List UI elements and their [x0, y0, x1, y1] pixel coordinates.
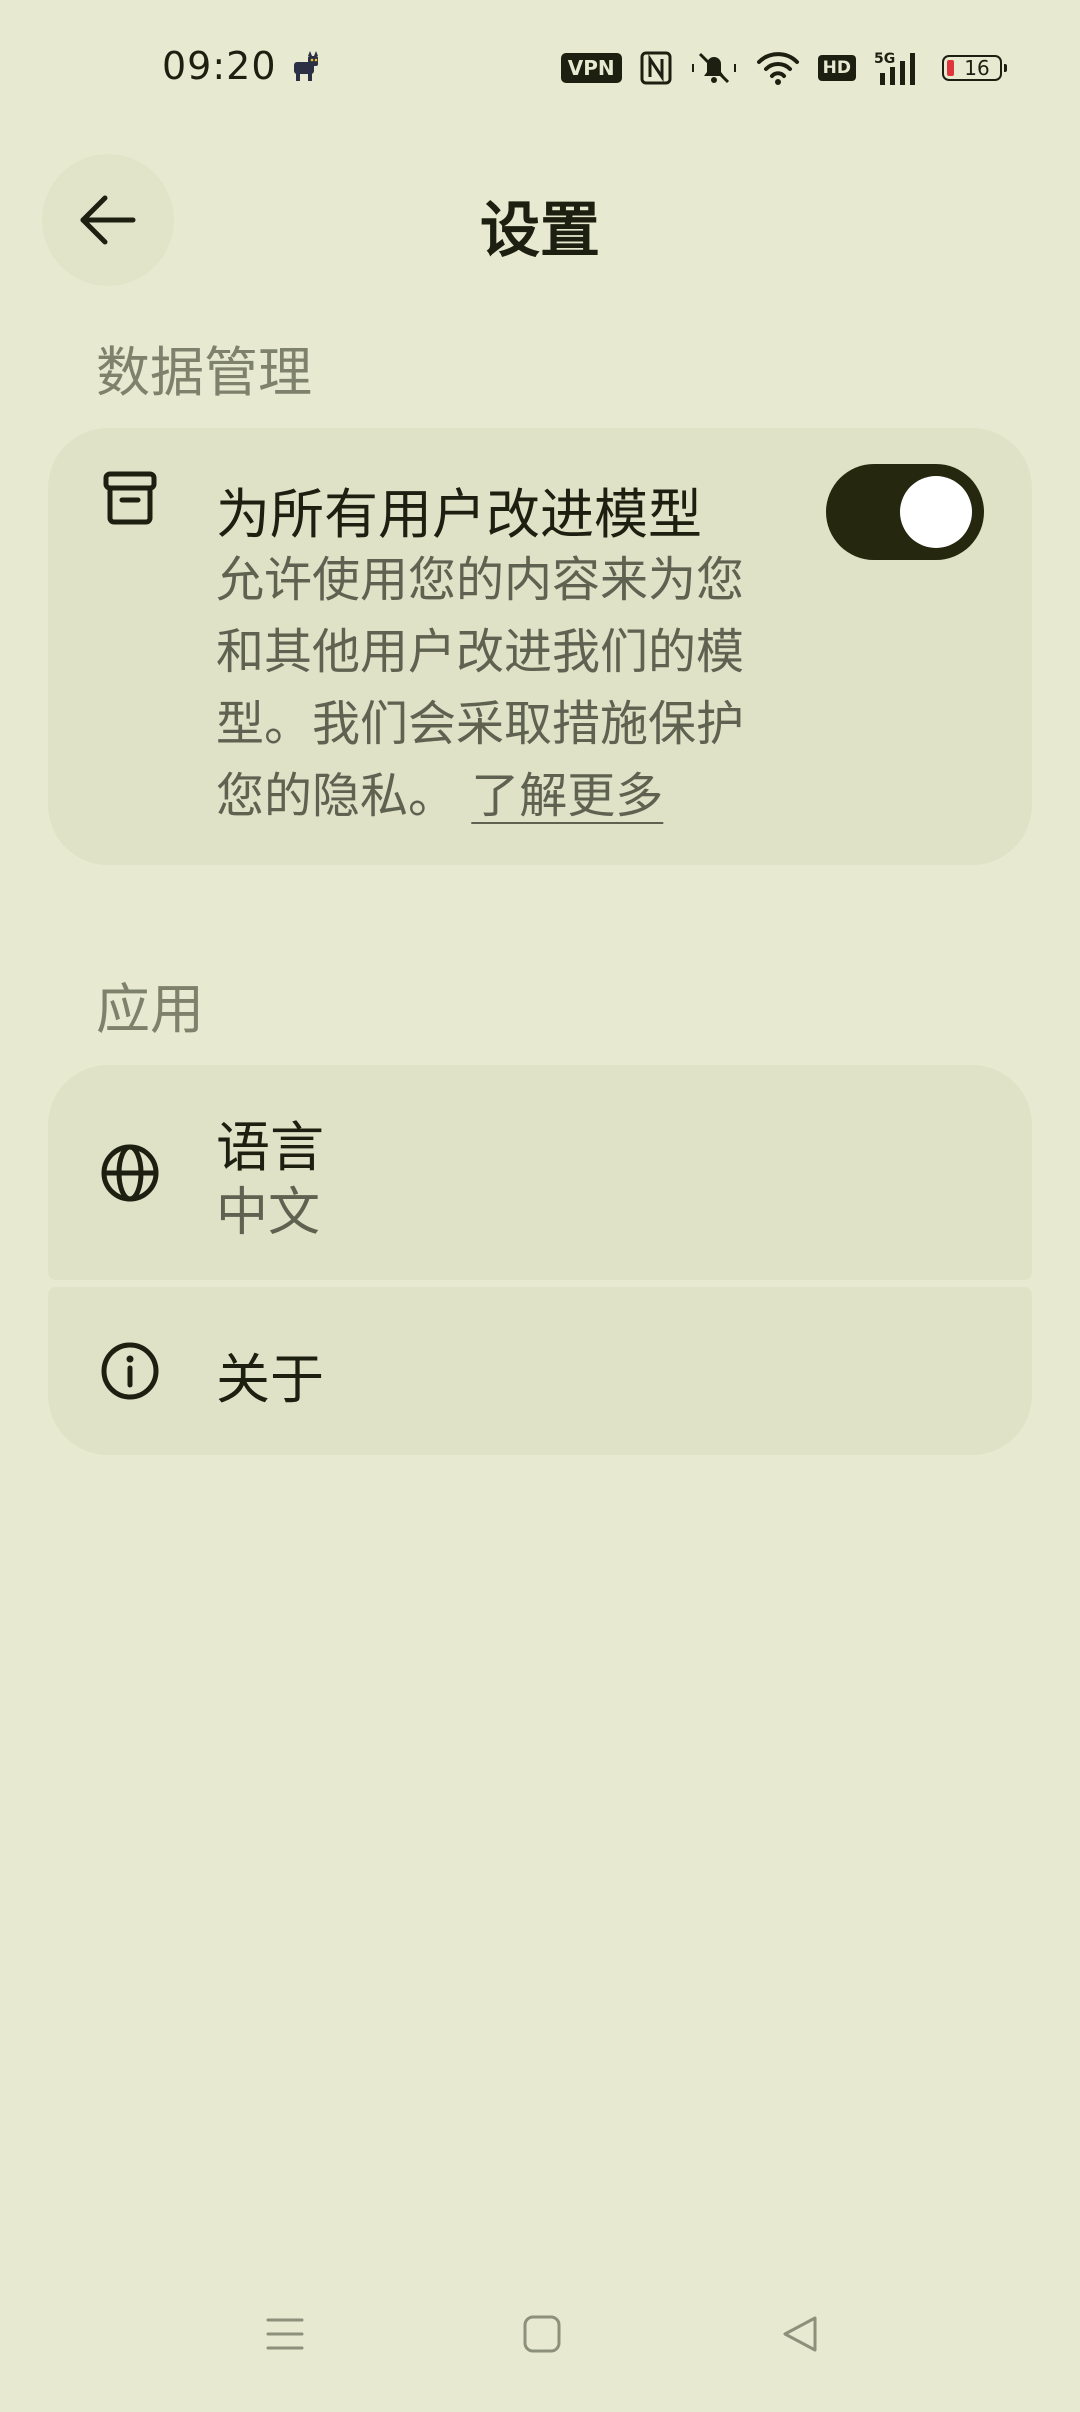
language-value: 中文: [216, 1183, 321, 1243]
back-triangle-icon: [783, 2316, 817, 2352]
signal-icon: 5G: [874, 51, 915, 85]
vpn-badge: VPN: [560, 53, 622, 83]
menu-icon: [266, 2318, 304, 2350]
status-icons: VPN HD 5G 16: [560, 48, 1007, 88]
nfc-icon: [640, 51, 672, 85]
improve-model-card[interactable]: 为所有用户改进模型 允许使用您的内容来为您和其他用户改进我们的模型。我们会采取措…: [48, 428, 1032, 865]
learn-more-link[interactable]: 了解更多: [471, 768, 663, 824]
section-header-data-management: 数据管理: [96, 341, 312, 404]
page-title: 设置: [480, 196, 600, 266]
improve-model-toggle[interactable]: [826, 464, 984, 560]
status-time: 09:20: [162, 44, 277, 88]
home-button[interactable]: [502, 2294, 582, 2374]
improve-model-title: 为所有用户改进模型: [216, 483, 702, 546]
about-title: 关于: [216, 1348, 324, 1411]
status-bar: 09:20 VPN HD 5G 16: [0, 0, 1080, 140]
nav-back-button[interactable]: [760, 2294, 840, 2374]
hd-badge: HD: [817, 55, 856, 81]
battery-level: [947, 60, 954, 76]
toggle-knob: [900, 476, 972, 548]
archive-icon: [103, 471, 157, 525]
mute-icon: [691, 52, 736, 84]
improve-model-description: 允许使用您的内容来为您和其他用户改进我们的模型。我们会采取措施保护您的隐私。 了…: [216, 544, 786, 832]
navigation-bar: [0, 2272, 1080, 2412]
language-item[interactable]: 语言 中文: [48, 1065, 1032, 1280]
language-title: 语言: [216, 1116, 324, 1179]
globe-icon: [101, 1144, 159, 1202]
section-header-app: 应用: [96, 978, 204, 1041]
cat-icon: [294, 51, 318, 81]
network-type: 5G: [874, 51, 895, 67]
battery-percent: 16: [964, 56, 990, 80]
home-icon: [523, 2315, 561, 2353]
recent-apps-button[interactable]: [245, 2294, 325, 2374]
wifi-icon: [756, 52, 799, 85]
info-icon: [101, 1342, 159, 1400]
battery-icon: 16: [942, 55, 1007, 81]
about-item[interactable]: 关于: [48, 1287, 1032, 1455]
